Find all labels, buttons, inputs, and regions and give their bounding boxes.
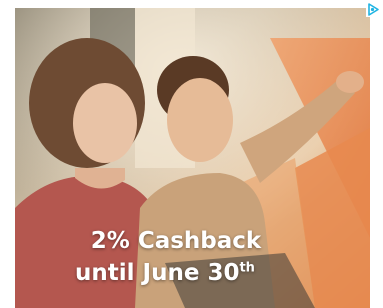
ad-creative-link[interactable]: 2% Cashback until June 30th — [15, 8, 370, 308]
ad-caption: 2% Cashback until June 30th — [15, 226, 315, 288]
ad-headline: 2% Cashback — [90, 228, 262, 254]
adchoices-icon[interactable] — [366, 2, 381, 17]
ad-subline: until June 30th — [15, 258, 315, 288]
ad-subline-ordinal: th — [239, 260, 255, 276]
ad-frame: 2% Cashback until June 30th — [0, 0, 383, 308]
ad-subline-text: until June 30 — [75, 260, 240, 286]
